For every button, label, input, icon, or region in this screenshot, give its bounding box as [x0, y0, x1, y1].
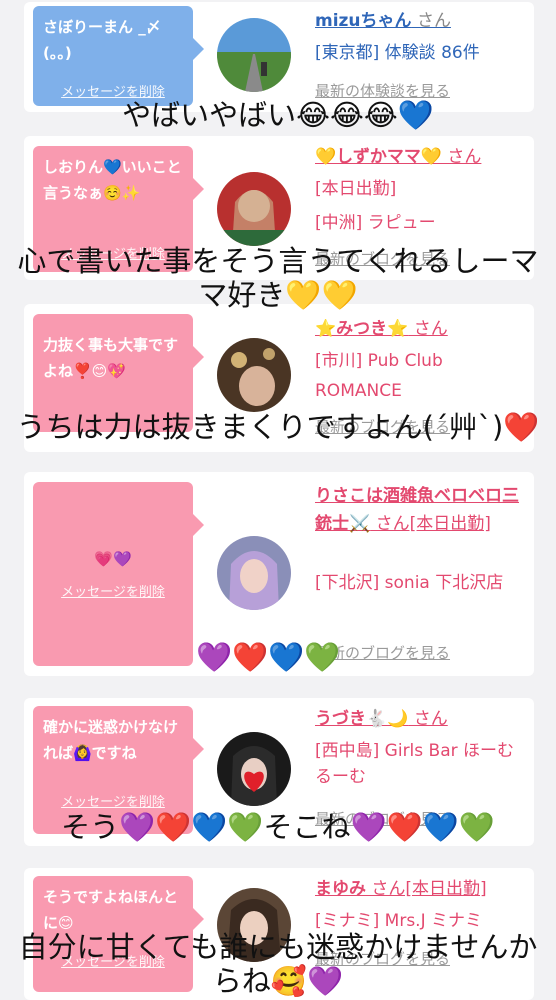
user-name-link[interactable]: うづき🐇🌙 さん — [315, 706, 448, 732]
message-text: さぼりーまん _〆(。。) — [43, 18, 161, 62]
message-text: しおりん💙いいこと言うなぁ☺️✨ — [43, 158, 182, 202]
message-bubble: さぼりーまん _〆(。。) メッセージを削除 — [33, 6, 204, 106]
user-info: [東京都] 体験談 86件 — [315, 43, 480, 63]
user-name-link[interactable]: 💛しずかママ💛 さん — [315, 144, 481, 170]
user-info: [本日出勤] [中洲] ラピュー — [315, 179, 436, 233]
user-info: [下北沢] sonia 下北沢店 — [315, 573, 504, 593]
user-info: [市川] Pub Club ROMANCE — [315, 351, 443, 401]
message-card: さぼりーまん _〆(。。) メッセージを削除 mizuちゃん さん [東京都] … — [24, 2, 534, 112]
message-text: そうですよねほんとに😊 — [43, 888, 179, 932]
overlay-caption: そう💜❤️💙💚そこね💜❤️💙💚 — [61, 810, 495, 844]
user-name-link[interactable]: mizuちゃん さん — [315, 8, 451, 34]
message-bubble: 💗💜 メッセージを削除 — [33, 482, 204, 666]
message-text: 確かに迷惑かけなければ🙆‍♀️ですね — [43, 718, 179, 762]
overlay-caption: 自分に甘くても誰にも迷惑かけませんからね🥰💜 — [18, 930, 538, 998]
user-info: [西中島] Girls Bar ほーむるーむ — [315, 741, 515, 787]
overlay-caption: うちは力は抜きまくりですよん(´艸`)❤️ — [16, 410, 540, 444]
message-text: 力抜く事も大事ですよね❣️😊💖 — [43, 336, 179, 380]
overlay-caption: 心で書いた事をそう言うてくれるしーママ好き💛💛 — [17, 244, 539, 312]
user-name-link[interactable]: りさこは酒雑魚ベロベロ三銃士⚔️ さん[本日出勤] — [315, 482, 530, 538]
overlay-caption: 💜❤️💙💚 — [196, 640, 341, 674]
user-name-link[interactable]: まゆみ さん[本日出勤] — [315, 876, 487, 902]
user-name-link[interactable]: ⭐みつき⭐ さん — [315, 316, 448, 342]
avatar[interactable] — [217, 732, 291, 806]
avatar[interactable] — [217, 536, 291, 610]
delete-message-link[interactable]: メッセージを削除 — [33, 580, 193, 606]
avatar[interactable] — [217, 18, 291, 92]
message-text: 💗💜 — [94, 550, 132, 568]
overlay-caption: やばいやばい😂😂😂💙 — [122, 98, 434, 132]
avatar[interactable] — [217, 338, 291, 412]
avatar[interactable] — [217, 172, 291, 246]
